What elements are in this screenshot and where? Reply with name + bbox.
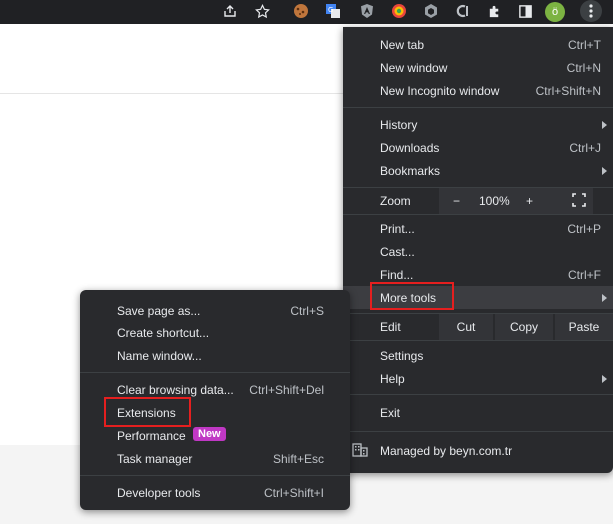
menu-item-shortcut: Ctrl+S <box>290 303 324 318</box>
menu-item-managed[interactable]: Managed by beyn.com.tr <box>343 439 613 462</box>
dark-extension-icon[interactable] <box>420 0 442 22</box>
menu-item-exit[interactable]: Exit <box>343 401 613 424</box>
menu-item-name-window[interactable]: Name window... <box>80 344 350 367</box>
sidepanel-icon[interactable] <box>514 0 536 22</box>
menu-separator <box>343 431 613 432</box>
edit-label: Edit <box>380 320 401 334</box>
menu-item-developer-tools[interactable]: Developer tools Ctrl+Shift+I <box>80 481 350 504</box>
zoom-row: Zoom − 100% + <box>343 188 613 214</box>
menu-item-new-window[interactable]: New window Ctrl+N <box>343 56 613 79</box>
menu-item-shortcut: Ctrl+J <box>569 140 601 155</box>
menu-kebab-button[interactable] <box>580 0 602 22</box>
copy-button[interactable]: Copy <box>495 314 553 340</box>
zoom-in-button[interactable]: + <box>526 194 533 208</box>
angular-extension-icon[interactable] <box>356 0 378 22</box>
menu-item-label: New tab <box>380 37 425 52</box>
menu-separator <box>343 394 613 395</box>
menu-item-save-page[interactable]: Save page as... Ctrl+S <box>80 299 350 322</box>
menu-separator <box>343 107 613 108</box>
menu-item-shortcut: Ctrl+Shift+Del <box>249 382 324 397</box>
menu-item-label: Print... <box>380 221 415 236</box>
extensions-highlight-box <box>104 397 191 427</box>
submenu-arrow-icon <box>602 166 607 175</box>
browser-toolbar: G ö <box>0 0 613 24</box>
zoom-label: Zoom <box>380 194 411 208</box>
extensions-puzzle-icon[interactable] <box>483 0 505 22</box>
menu-item-label: Help <box>380 371 405 386</box>
menu-item-label: Bookmarks <box>380 163 441 178</box>
menu-item-label: Save page as... <box>117 303 201 318</box>
share-icon[interactable] <box>219 0 241 22</box>
menu-item-performance[interactable]: Performance New <box>80 424 350 447</box>
menu-item-help[interactable]: Help <box>343 367 613 390</box>
menu-separator <box>80 372 350 373</box>
building-icon <box>352 443 368 460</box>
translate-extension-icon[interactable]: G <box>322 0 344 22</box>
edit-row: Edit Cut Copy Paste <box>343 314 613 340</box>
menu-item-label: Find... <box>380 267 414 282</box>
cookie-extension-icon[interactable] <box>290 0 312 22</box>
c-extension-icon[interactable] <box>451 0 473 22</box>
submenu-arrow-icon <box>602 293 607 302</box>
menu-item-create-shortcut[interactable]: Create shortcut... <box>80 321 350 344</box>
menu-item-shortcut: Ctrl+P <box>567 221 601 236</box>
cut-button[interactable]: Cut <box>439 314 493 340</box>
menu-item-shortcut: Shift+Esc <box>272 451 324 466</box>
chrome-main-menu: New tab Ctrl+T New window Ctrl+N New Inc… <box>343 27 613 473</box>
zoom-value: 100% <box>479 194 510 208</box>
menu-item-label: Settings <box>380 348 424 363</box>
menu-item-label: Name window... <box>117 348 202 363</box>
more-tools-highlight-box <box>370 282 454 310</box>
menu-item-new-tab[interactable]: New tab Ctrl+T <box>343 33 613 56</box>
menu-separator <box>343 214 613 215</box>
menu-item-label: Create shortcut... <box>117 325 210 340</box>
menu-item-print[interactable]: Print... Ctrl+P <box>343 217 613 240</box>
new-badge: New <box>193 427 226 441</box>
bookmark-star-icon[interactable] <box>251 0 273 22</box>
menu-item-cast[interactable]: Cast... <box>343 240 613 263</box>
svg-text:G: G <box>328 6 333 14</box>
menu-item-new-incognito[interactable]: New Incognito window Ctrl+Shift+N <box>343 79 613 102</box>
more-tools-submenu: Save page as... Ctrl+S Create shortcut..… <box>80 290 350 510</box>
menu-item-shortcut: Ctrl+F <box>568 267 601 282</box>
fullscreen-icon[interactable] <box>572 193 586 210</box>
menu-item-label: History <box>380 117 418 132</box>
submenu-arrow-icon <box>602 120 607 129</box>
menu-item-label: Performance <box>117 428 186 443</box>
submenu-arrow-icon <box>602 374 607 383</box>
menu-item-label: Managed by beyn.com.tr <box>380 443 513 458</box>
menu-item-label: Clear browsing data... <box>117 382 234 397</box>
menu-item-history[interactable]: History <box>343 113 613 136</box>
menu-item-label: New window <box>380 60 448 75</box>
menu-item-shortcut: Ctrl+N <box>566 60 601 75</box>
menu-item-shortcut: Ctrl+Shift+N <box>535 83 601 98</box>
menu-item-label: Developer tools <box>117 485 201 500</box>
menu-item-label: Cast... <box>380 244 415 259</box>
profile-avatar[interactable]: ö <box>545 2 565 22</box>
menu-item-label: Exit <box>380 405 401 420</box>
menu-item-downloads[interactable]: Downloads Ctrl+J <box>343 136 613 159</box>
page-header-area <box>0 30 343 94</box>
menu-separator <box>343 340 613 341</box>
menu-item-label: Downloads <box>380 140 440 155</box>
menu-item-settings[interactable]: Settings <box>343 344 613 367</box>
menu-item-shortcut: Ctrl+T <box>568 37 601 52</box>
menu-item-label: Task manager <box>117 451 193 466</box>
menu-separator <box>80 475 350 476</box>
zoom-out-button[interactable]: − <box>453 194 460 208</box>
menu-item-shortcut: Ctrl+Shift+I <box>263 485 324 500</box>
menu-item-bookmarks[interactable]: Bookmarks <box>343 159 613 182</box>
colorzilla-extension-icon[interactable] <box>388 0 410 22</box>
menu-item-label: New Incognito window <box>380 83 500 98</box>
menu-item-task-manager[interactable]: Task manager Shift+Esc <box>80 447 350 470</box>
zoom-control: − 100% + <box>439 188 593 214</box>
paste-button[interactable]: Paste <box>555 314 613 340</box>
